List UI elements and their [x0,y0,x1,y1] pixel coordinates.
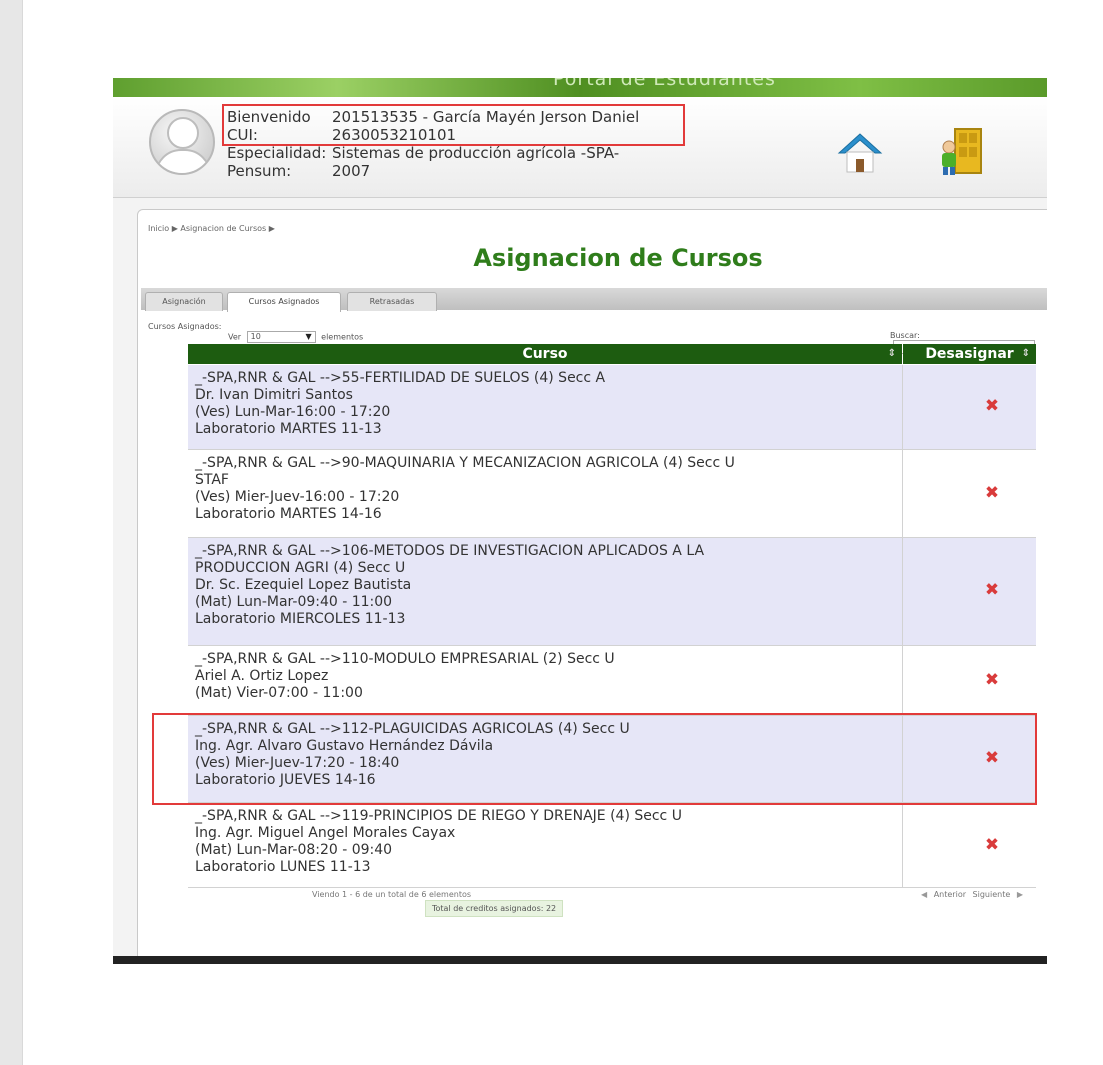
next-arrow-icon[interactable]: ▶ [1017,890,1023,899]
user-avatar-icon [149,109,215,175]
table-caption: Cursos Asignados: [148,322,222,331]
sort-icon: ⇕ [887,348,896,359]
course-cell: _-SPA,RNR & GAL -->110-MODULO EMPRESARIA… [188,646,903,715]
tab-bar: Asignación Cursos Asignados Retrasadas [141,288,1047,312]
breadcrumb[interactable]: Inicio ▶ Asignacion de Cursos ▶ [148,224,275,233]
table-row: _-SPA,RNR & GAL -->110-MODULO EMPRESARIA… [188,646,1036,716]
course-cell: _-SPA,RNR & GAL -->106-METODOS DE INVEST… [188,538,903,645]
page-title: Asignacion de Cursos [473,244,763,272]
next-page-link[interactable]: Siguiente [973,890,1011,899]
page-size-select[interactable]: 10 ▼ [246,331,316,343]
bottom-band [113,956,1047,964]
banner-title: Portal de Estudiantes [553,78,776,90]
page-size-value: 10 [250,332,261,341]
dropdown-arrow-icon: ▼ [305,332,312,341]
course-teacher: Ariel A. Ortiz Lopez [195,668,329,684]
left-gray-rail [0,0,23,1065]
course-lab: Laboratorio MARTES 14-16 [195,506,382,522]
especialidad-value: Sistemas de producción agrícola -SPA- [332,144,620,162]
unassign-button[interactable]: ✖ [968,580,1016,600]
course-cell: _-SPA,RNR & GAL -->55-FERTILIDAD DE SUEL… [188,365,903,449]
table-row: _-SPA,RNR & GAL -->106-METODOS DE INVEST… [188,538,1036,646]
course-teacher: Ing. Agr. Miguel Angel Morales Cayax [195,825,456,841]
home-icon[interactable] [837,131,883,175]
unassign-button[interactable]: ✖ [968,835,1016,855]
course-lab: Laboratorio LUNES 11-13 [195,859,371,875]
user-highlight-box [222,104,685,146]
table-row: _-SPA,RNR & GAL -->90-MAQUINARIA Y MECAN… [188,450,1036,538]
tab-cursos-asignados[interactable]: Cursos Asignados [227,292,341,312]
pensum-value: 2007 [332,162,371,180]
pagination: ◀ Anterior Siguiente ▶ [919,890,1025,899]
row-highlight-box [152,713,1037,805]
exit-door-icon[interactable] [935,125,985,177]
portal-frame: Portal de Estudiantes Bienvenido 20151353… [113,78,1047,964]
pensum-label: Pensum: [227,162,292,180]
column-header-curso-label: Curso [522,346,568,362]
course-schedule: (Ves) Mier-Juev-16:00 - 17:20 [195,489,400,505]
show-prefix: Ver [228,332,242,342]
show-suffix: elementos [321,332,364,342]
page-size-control: Ver 10 ▼ elementos [228,331,363,343]
course-cell: _-SPA,RNR & GAL -->119-PRINCIPIOS DE RIE… [188,803,903,887]
course-cell: _-SPA,RNR & GAL -->90-MAQUINARIA Y MECAN… [188,450,903,537]
credits-total: Total de creditos asignados: 22 [425,900,564,917]
course-lab: Laboratorio MIERCOLES 11-13 [195,611,406,627]
search-label: Buscar: [890,331,920,340]
course-name-continued: PRODUCCION AGRI (4) Secc U [195,560,406,576]
course-schedule: (Mat) Lun-Mar-09:40 - 11:00 [195,594,393,610]
table-row: _-SPA,RNR & GAL -->55-FERTILIDAD DE SUEL… [188,365,1036,450]
course-schedule: (Mat) Lun-Mar-08:20 - 09:40 [195,842,393,858]
sort-icon: ⇕ [1021,348,1030,359]
course-teacher: Dr. Ivan Dimitri Santos [195,387,353,403]
course-schedule: (Ves) Lun-Mar-16:00 - 17:20 [195,404,391,420]
course-teacher: Dr. Sc. Ezequiel Lopez Bautista [195,577,412,593]
course-schedule: (Mat) Vier-07:00 - 11:00 [195,685,363,701]
course-name: _-SPA,RNR & GAL -->110-MODULO EMPRESARIA… [195,651,615,667]
user-info-bar: Bienvenido 201513535 - García Mayén Jerso… [113,97,1047,198]
table-row: _-SPA,RNR & GAL -->119-PRINCIPIOS DE RIE… [188,803,1036,888]
unassign-button[interactable]: ✖ [968,483,1016,503]
green-banner: Portal de Estudiantes [113,78,1047,97]
tab-asignacion[interactable]: Asignación [145,292,223,311]
column-header-curso[interactable]: Curso ⇕ [188,344,902,364]
especialidad-label: Especialidad: [227,144,327,162]
content-panel: Inicio ▶ Asignacion de Cursos ▶ Asignaci… [137,209,1047,964]
unassign-button[interactable]: ✖ [968,670,1016,690]
table-info: Viendo 1 - 6 de un total de 6 elementos [312,890,472,899]
course-name: _-SPA,RNR & GAL -->106-METODOS DE INVEST… [195,543,705,559]
column-header-desasignar-label: Desasignar [925,346,1014,362]
course-lab: Laboratorio MARTES 11-13 [195,421,382,437]
course-name: _-SPA,RNR & GAL -->90-MAQUINARIA Y MECAN… [195,455,735,471]
course-name: _-SPA,RNR & GAL -->55-FERTILIDAD DE SUEL… [195,370,606,386]
unassign-button[interactable]: ✖ [968,396,1016,416]
course-teacher: STAF [195,472,229,488]
tab-retrasadas[interactable]: Retrasadas [347,292,437,311]
course-name: _-SPA,RNR & GAL -->119-PRINCIPIOS DE RIE… [195,808,682,824]
column-header-desasignar[interactable]: Desasignar ⇕ [903,344,1036,364]
prev-arrow-icon[interactable]: ◀ [921,890,927,899]
prev-page-link[interactable]: Anterior [934,890,966,899]
